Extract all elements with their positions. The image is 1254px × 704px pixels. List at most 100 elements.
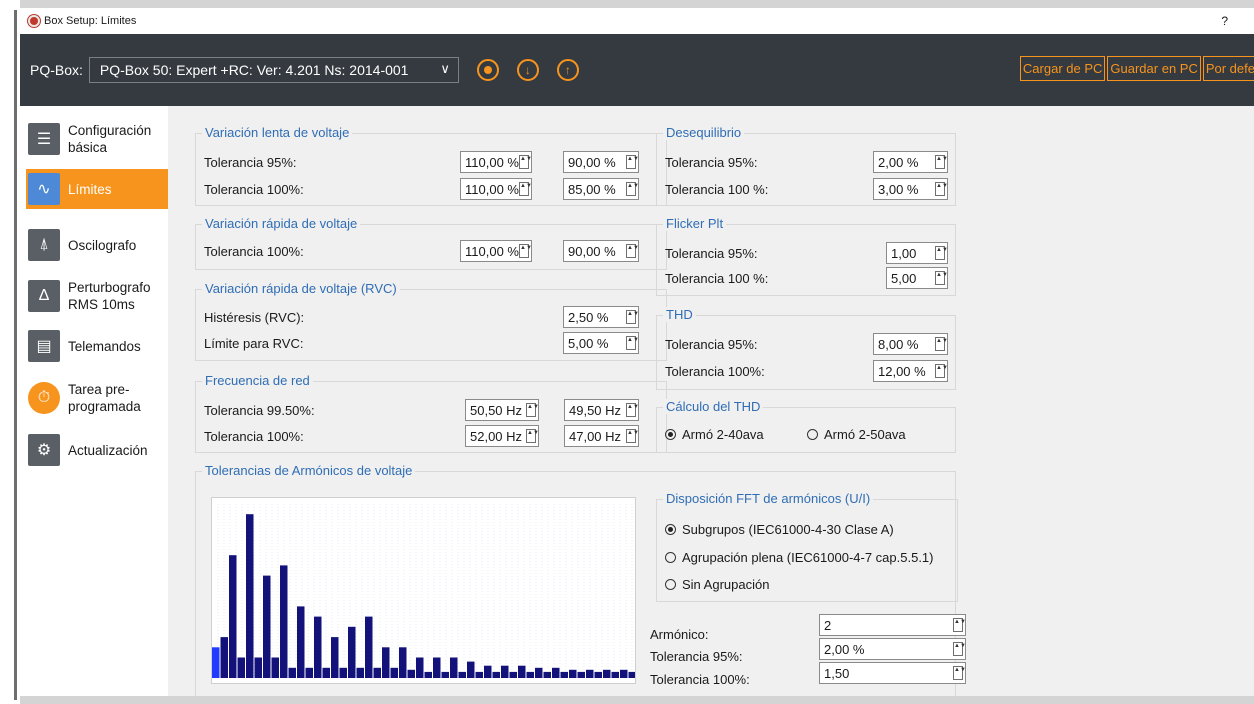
harmonic-tol95-spinner[interactable]: 2,00 % ▲▼: [819, 638, 966, 660]
harmonic-tol100-label: Tolerancia 100%:: [650, 672, 750, 687]
spinner-arrows-icon[interactable]: ▲▼: [519, 182, 532, 196]
spinner-arrows-icon[interactable]: ▲▼: [626, 403, 639, 417]
record-icon[interactable]: [476, 59, 499, 81]
fast-tol100-upper[interactable]: 110,00 % ▲▼: [460, 240, 532, 262]
slow-tol95-upper[interactable]: 110,00 % ▲▼: [460, 151, 532, 173]
harmonic-bar: [441, 671, 449, 678]
upload-icon[interactable]: ↑: [556, 59, 579, 81]
thd-radio-2-50[interactable]: Armó 2-50ava: [807, 427, 906, 442]
spinner-arrows-icon[interactable]: ▲▼: [626, 336, 639, 350]
harmonic-bar: [450, 657, 458, 678]
harmonic-bar: [458, 671, 466, 678]
sidebar-item-telecontrol[interactable]: ▤ Telemandos: [26, 326, 168, 366]
unbalance-group: Desequilibrio Tolerancia 95%: 2,00 % ▲▼ T…: [656, 125, 956, 206]
flicker-tol95[interactable]: 1,00 ▲▼: [886, 242, 948, 264]
spin-value: 90,00 %: [568, 154, 616, 170]
download-icon[interactable]: ↓: [516, 59, 539, 81]
slow-voltage-group: Variación lenta de voltaje Tolerancia 95…: [195, 125, 667, 206]
harmonic-bar: [424, 671, 432, 678]
sidebar-item-scheduled-task[interactable]: ⏱ Tarea pre-programada: [26, 376, 168, 420]
spin-value: 1,00: [891, 245, 917, 261]
unbalance-tol95[interactable]: 2,00 % ▲▼: [873, 151, 948, 173]
sidebar-item-limits[interactable]: ∿ Límites: [26, 169, 168, 209]
telecontrol-icon: ▤: [28, 330, 60, 362]
sidebar-item-label: Configuración básica: [68, 123, 152, 155]
spinner-arrows-icon[interactable]: ▲▼: [519, 244, 532, 258]
spinner-arrows-icon[interactable]: ▲▼: [935, 155, 948, 169]
spinner-arrows-icon[interactable]: ▲▼: [935, 364, 948, 378]
radio-icon: [665, 579, 676, 590]
flicker-tol100[interactable]: 5,00 ▲▼: [886, 267, 948, 289]
row-label: Tolerancia 95%:: [665, 155, 758, 170]
freq-tol100-upper[interactable]: 52,00 Hz ▲▼: [465, 425, 539, 447]
rvc-limit[interactable]: 5,00 % ▲▼: [563, 332, 639, 354]
slow-tol100-upper[interactable]: 110,00 % ▲▼: [460, 178, 532, 200]
thd-radio-2-40[interactable]: Armó 2-40ava: [665, 427, 764, 442]
spinner-arrows-icon[interactable]: ▲▼: [626, 182, 639, 196]
fft-radio-no-grouping[interactable]: Sin Agrupación: [665, 577, 769, 592]
spin-value: 2,00 %: [878, 154, 919, 170]
rvc-hysteresis[interactable]: 2,50 % ▲▼: [563, 306, 639, 328]
chevron-down-icon: ∨: [440, 61, 450, 76]
row-label: Tolerancia 100%:: [204, 244, 304, 259]
spinner-arrows-icon[interactable]: ▲▼: [626, 310, 639, 324]
spinner-arrows-icon[interactable]: ▲▼: [953, 666, 966, 680]
spinner-arrows-icon[interactable]: ▲▼: [526, 403, 539, 417]
timer-icon: ⏱: [28, 382, 60, 414]
thd-tol100[interactable]: 12,00 % ▲▼: [873, 360, 948, 382]
sidebar-item-basic-config[interactable]: ☰ Configuración básica: [26, 116, 168, 162]
sidebar-item-oscillograph[interactable]: ⍋ Oscilografo: [26, 225, 168, 265]
harmonic-bar: [484, 665, 492, 678]
spin-value: 3,00 %: [878, 181, 919, 197]
help-button[interactable]: ?: [1221, 14, 1228, 28]
rvc-group: Variación rápida de voltaje (RVC) Histér…: [195, 281, 667, 361]
fft-radio-full-grouping[interactable]: Agrupación plena (IEC61000-4-7 cap.5.5.1…: [665, 550, 934, 565]
app-icon: [28, 15, 40, 27]
load-from-pc-button[interactable]: Cargar de PC: [1019, 56, 1106, 81]
fast-tol100-lower[interactable]: 90,00 % ▲▼: [563, 240, 639, 262]
radio-selected-icon: [665, 429, 676, 440]
freq-tol9950-upper[interactable]: 50,50 Hz ▲▼: [465, 399, 539, 421]
spinner-arrows-icon[interactable]: ▲▼: [935, 271, 948, 285]
thd-tol95[interactable]: 8,00 % ▲▼: [873, 333, 948, 355]
harmonic-bar: [501, 665, 509, 678]
sidebar-item-update[interactable]: ⚙ Actualización: [26, 430, 168, 470]
spinner-arrows-icon[interactable]: ▲▼: [953, 618, 966, 632]
spinner-arrows-icon[interactable]: ▲▼: [519, 155, 532, 169]
spinner-arrows-icon[interactable]: ▲▼: [935, 337, 948, 351]
row-label: Tolerancia 95%:: [665, 337, 758, 352]
spinner-arrows-icon[interactable]: ▲▼: [626, 155, 639, 169]
spinner-arrows-icon[interactable]: ▲▼: [935, 182, 948, 196]
toolbar: PQ-Box: PQ-Box 50: Expert +RC: Ver: 4.20…: [20, 34, 1254, 106]
spinner-arrows-icon[interactable]: ▲▼: [935, 246, 948, 260]
harmonic-bar: [475, 671, 483, 678]
harmonic-tol100-spinner[interactable]: 1,50 ▲▼: [819, 662, 966, 684]
defaults-button[interactable]: Por defe: [1202, 56, 1254, 81]
freq-tol100-lower[interactable]: 47,00 Hz ▲▼: [564, 425, 639, 447]
fft-radio-subgroups[interactable]: Subgrupos (IEC61000-4-30 Clase A): [665, 522, 894, 537]
harmonic-bar: [339, 667, 347, 678]
sidebar-item-rms-recorder[interactable]: ∆ Perturbografo RMS 10ms: [26, 274, 168, 318]
harmonic-bar: [348, 626, 356, 678]
file-buttons: Cargar de PC Guardar en PC Por defe: [1018, 56, 1254, 81]
unbalance-tol100[interactable]: 3,00 % ▲▼: [873, 178, 948, 200]
device-select[interactable]: PQ-Box 50: Expert +RC: Ver: 4.201 Ns: 20…: [88, 57, 459, 83]
slow-tol100-lower[interactable]: 85,00 % ▲▼: [563, 178, 639, 200]
spin-value: 50,50 Hz: [470, 402, 523, 418]
spin-value: 5,00 %: [568, 335, 609, 351]
harmonic-bar: [535, 667, 543, 678]
harmonic-bar: [552, 667, 560, 678]
freq-tol9950-lower[interactable]: 49,50 Hz ▲▼: [564, 399, 639, 421]
spinner-arrows-icon[interactable]: ▲▼: [626, 244, 639, 258]
sidebar: ☰ Configuración básica ∿ Límites ⍋ Oscil…: [20, 106, 168, 696]
harmonic-number-spinner[interactable]: 2 ▲▼: [819, 614, 966, 636]
harmonic-bar: [356, 667, 364, 678]
spinner-arrows-icon[interactable]: ▲▼: [626, 429, 639, 443]
slow-tol95-lower[interactable]: 90,00 % ▲▼: [563, 151, 639, 173]
spin-value: 47,00 Hz: [569, 428, 622, 444]
spinner-arrows-icon[interactable]: ▲▼: [953, 642, 966, 656]
radio-label: Armó 2-50ava: [824, 427, 906, 442]
save-to-pc-button[interactable]: Guardar en PC: [1107, 56, 1201, 81]
spinner-arrows-icon[interactable]: ▲▼: [526, 429, 539, 443]
fft-group: Disposición FFT de armónicos (U/I) Subgr…: [656, 491, 958, 602]
